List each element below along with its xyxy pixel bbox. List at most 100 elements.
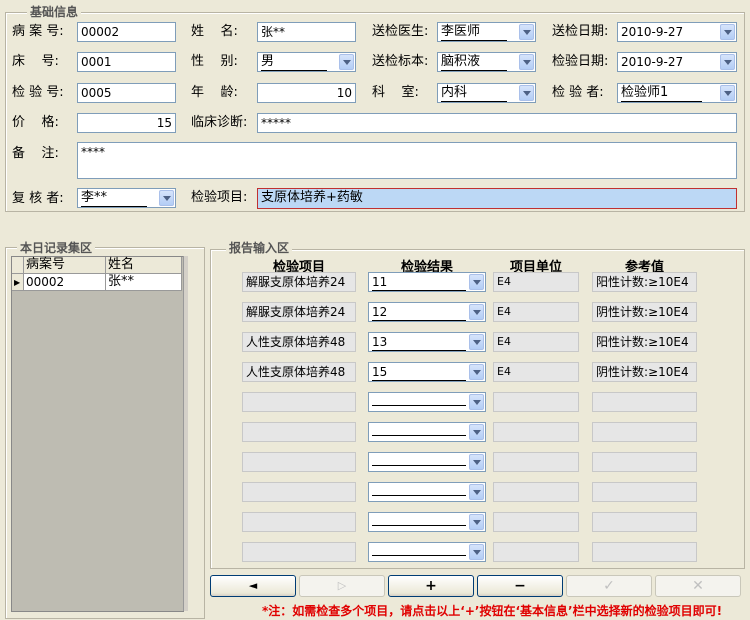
report-reference-field[interactable]: 阴性计数:≥10E4 [592, 302, 697, 322]
add-button[interactable]: + [388, 575, 474, 597]
grid-scrollbar[interactable] [183, 256, 188, 611]
specimen-select[interactable]: 脑积液 [437, 52, 536, 72]
report-result-select[interactable] [368, 482, 486, 502]
specimen-label: 送检标本: [372, 54, 429, 69]
send-date-label: 送检日期: [552, 24, 609, 39]
chevron-down-icon[interactable] [519, 54, 534, 70]
age-field[interactable]: 10 [257, 83, 356, 103]
report-unit-field[interactable]: E4 [493, 272, 579, 292]
report-result-select[interactable] [368, 542, 486, 562]
report-reference-field[interactable]: 阳性计数:≥10E4 [592, 272, 697, 292]
report-reference-field[interactable] [592, 542, 697, 562]
remove-button[interactable]: − [477, 575, 563, 597]
report-unit-field[interactable]: E4 [493, 302, 579, 322]
bed-field[interactable]: 0001 [77, 52, 176, 72]
reviewer-select[interactable]: 李** [77, 188, 176, 208]
price-label: 价 格: [12, 115, 59, 130]
send-date-picker[interactable]: 2010-9-27 [617, 22, 737, 42]
report-reference-field[interactable] [592, 512, 697, 532]
prev-button[interactable]: ◄ [210, 575, 296, 597]
report-item-field[interactable]: 解脲支原体培养24 [242, 272, 356, 292]
chevron-down-icon[interactable] [469, 484, 484, 500]
report-reference-field[interactable] [592, 482, 697, 502]
gender-select[interactable]: 男 [257, 52, 356, 72]
doctor-label: 送检医生: [372, 24, 429, 39]
report-unit-field[interactable]: E4 [493, 332, 579, 352]
report-item-field[interactable] [242, 422, 356, 442]
chevron-down-icon[interactable] [519, 24, 534, 40]
report-item-field[interactable] [242, 512, 356, 532]
report-result-select[interactable] [368, 422, 486, 442]
report-result-select[interactable]: 12 [368, 302, 486, 322]
report-unit-field[interactable] [493, 392, 579, 412]
report-result-value: 13 [372, 334, 466, 351]
chevron-down-icon[interactable] [720, 54, 735, 70]
report-unit-field[interactable] [493, 512, 579, 532]
chevron-down-icon[interactable] [469, 364, 484, 380]
report-item-field[interactable] [242, 542, 356, 562]
items-field[interactable]: 支原体培养+药敏 [257, 188, 737, 209]
report-result-select[interactable] [368, 392, 486, 412]
cancel-button[interactable]: ✕ [655, 575, 741, 597]
report-item-field[interactable]: 人性支原体培养48 [242, 362, 356, 382]
report-reference-field[interactable]: 阳性计数:≥10E4 [592, 332, 697, 352]
table-row[interactable]: 00002 [24, 274, 106, 291]
report-reference-field[interactable]: 阴性计数:≥10E4 [592, 362, 697, 382]
chevron-down-icon[interactable] [469, 514, 484, 530]
chevron-down-icon[interactable] [159, 190, 174, 206]
chevron-down-icon[interactable] [469, 454, 484, 470]
report-unit-field[interactable] [493, 452, 579, 472]
today-records-grid[interactable]: 病案号 姓名 ▶ 00002 张** [11, 256, 184, 612]
report-unit-field[interactable] [493, 422, 579, 442]
case-no-label: 病 案 号: [12, 24, 64, 39]
report-item-field[interactable]: 解脲支原体培养24 [242, 302, 356, 322]
test-no-field[interactable]: 0005 [77, 83, 176, 103]
doctor-select[interactable]: 李医师 [437, 22, 536, 42]
table-row[interactable]: 张** [106, 274, 182, 291]
send-date-value: 2010-9-27 [621, 25, 684, 39]
report-result-select[interactable]: 11 [368, 272, 486, 292]
report-reference-field[interactable] [592, 422, 697, 442]
report-unit-field[interactable] [493, 542, 579, 562]
column-header-name[interactable]: 姓名 [106, 257, 182, 274]
name-field[interactable]: 张** [257, 22, 356, 42]
report-item-field[interactable] [242, 452, 356, 472]
report-unit-field[interactable]: E4 [493, 362, 579, 382]
chevron-down-icon[interactable] [339, 54, 354, 70]
age-label: 年 龄: [191, 85, 238, 100]
next-button[interactable]: ▷ [299, 575, 385, 597]
column-header-case-no[interactable]: 病案号 [24, 257, 106, 274]
confirm-button[interactable]: ✓ [566, 575, 652, 597]
report-reference-field[interactable] [592, 392, 697, 412]
report-result-value: 15 [372, 364, 466, 381]
reviewer-value: 李** [81, 190, 147, 207]
chevron-down-icon[interactable] [720, 24, 735, 40]
case-no-field[interactable]: 00002 [77, 22, 176, 42]
report-reference-field[interactable] [592, 452, 697, 472]
diagnosis-field[interactable]: ***** [257, 113, 737, 133]
report-item-field[interactable] [242, 482, 356, 502]
report-item-field[interactable]: 人性支原体培养48 [242, 332, 356, 352]
chevron-down-icon[interactable] [519, 85, 534, 101]
report-result-select[interactable] [368, 512, 486, 532]
chevron-down-icon[interactable] [469, 394, 484, 410]
price-field[interactable]: 15 [77, 113, 176, 133]
chevron-down-icon[interactable] [469, 334, 484, 350]
chevron-down-icon[interactable] [720, 85, 735, 101]
chevron-down-icon[interactable] [469, 424, 484, 440]
chevron-down-icon[interactable] [469, 274, 484, 290]
test-date-picker[interactable]: 2010-9-27 [617, 52, 737, 72]
chevron-down-icon[interactable] [469, 544, 484, 560]
report-result-value: 12 [372, 304, 466, 321]
remark-field[interactable]: **** [77, 142, 737, 179]
chevron-down-icon[interactable] [469, 304, 484, 320]
report-result-select[interactable]: 15 [368, 362, 486, 382]
reviewer-label: 复 核 者: [12, 191, 64, 206]
report-result-select[interactable] [368, 452, 486, 472]
report-item-field[interactable] [242, 392, 356, 412]
report-unit-field[interactable] [493, 482, 579, 502]
tester-select[interactable]: 检验师1 [617, 83, 737, 103]
dept-select[interactable]: 内科 [437, 83, 536, 103]
report-result-select[interactable]: 13 [368, 332, 486, 352]
gender-value: 男 [261, 54, 327, 71]
